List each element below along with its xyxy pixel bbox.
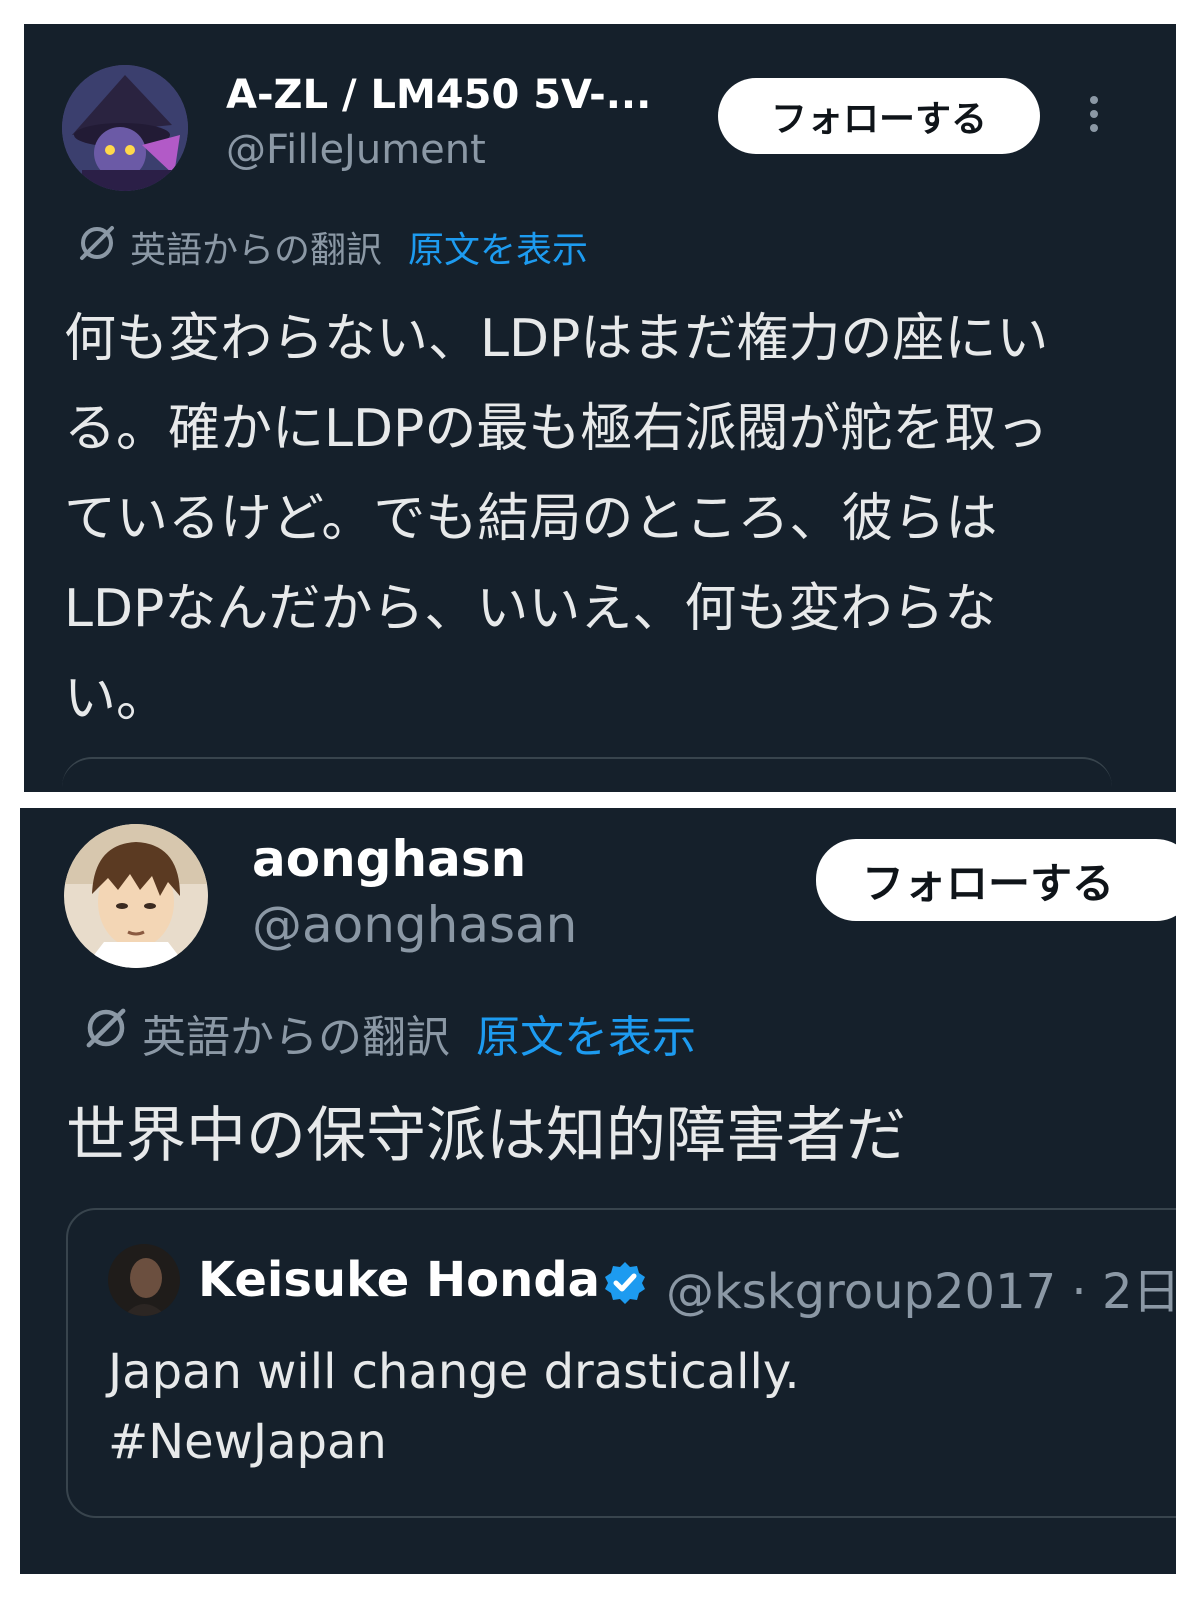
display-name[interactable]: A-ZL / LM450 5V-... — [226, 72, 651, 118]
avatar[interactable] — [62, 65, 188, 191]
follow-button[interactable]: フォローする — [718, 78, 1040, 154]
verified-badge-icon — [602, 1260, 648, 1306]
person-photo-avatar-icon — [108, 1244, 180, 1316]
translation-label: 英語からの翻訳 — [142, 1012, 450, 1063]
show-original-link[interactable]: 原文を表示 — [408, 221, 588, 273]
quote-hashtag[interactable]: #NewJapan — [108, 1408, 387, 1476]
quote-text-line: Japan will change drastically. — [108, 1344, 800, 1400]
translation-row: 英語からの翻訳 原文を表示 — [82, 1001, 696, 1065]
tweet-panel-2: aonghasn @aonghasan フォローする 英語からの翻訳 原文を表示… — [20, 808, 1176, 1574]
witch-character-avatar-icon — [62, 65, 188, 191]
anime-boy-avatar-icon — [64, 824, 208, 968]
follow-button[interactable]: フォローする — [816, 839, 1176, 921]
user-handle[interactable]: @aonghasan — [252, 896, 577, 954]
display-name[interactable]: aonghasn — [252, 830, 526, 888]
show-original-link[interactable]: 原文を表示 — [476, 1001, 696, 1065]
quote-avatar — [108, 1244, 180, 1316]
tweet-text: 世界中の保守派は知的障害者だ — [66, 1101, 906, 1171]
tweet-text: 何も変わらない、LDPはまだ権力の座にいる。確かにLDPの最も極右派閥が舵を取っ… — [64, 309, 1049, 729]
user-handle[interactable]: @FilleJument — [226, 127, 486, 173]
translate-icon — [76, 222, 118, 273]
more-vertical-icon[interactable] — [1084, 96, 1104, 138]
avatar[interactable] — [64, 824, 208, 968]
quote-display-name: Keisuke Honda — [198, 1252, 601, 1308]
quote-card[interactable]: Keisuke Honda @kskgroup2017 · 2日 Japan w… — [66, 1208, 1176, 1518]
tweet-panel-1: A-ZL / LM450 5V-... @FilleJument フォローする … — [24, 24, 1176, 792]
translation-label: 英語からの翻訳 — [130, 230, 383, 271]
translate-icon — [82, 1004, 130, 1063]
quote-card-edge — [62, 757, 1112, 792]
translation-row: 英語からの翻訳 原文を表示 — [76, 221, 588, 273]
quote-handle-time: @kskgroup2017 · 2日 — [666, 1264, 1176, 1320]
